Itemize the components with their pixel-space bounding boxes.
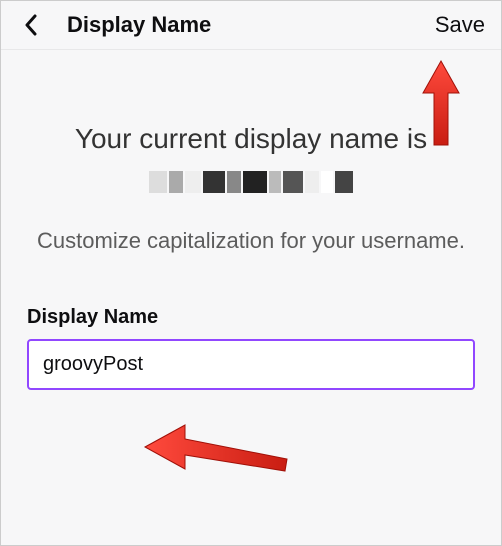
- save-button[interactable]: Save: [435, 12, 485, 38]
- back-button[interactable]: [17, 11, 45, 39]
- content-area: Your current display name is Customize c…: [1, 50, 501, 390]
- header-bar: Display Name Save: [1, 1, 501, 50]
- subheading-text: Customize capitalization for your userna…: [25, 226, 477, 257]
- annotation-arrow-left: [141, 419, 291, 479]
- redacted-username: [149, 171, 353, 193]
- chevron-left-icon: [24, 14, 38, 36]
- display-name-input[interactable]: [27, 339, 475, 390]
- display-name-field-group: Display Name: [25, 306, 477, 390]
- page-title: Display Name: [67, 12, 435, 38]
- display-name-label: Display Name: [27, 306, 475, 329]
- current-name-heading: Your current display name is: [25, 120, 477, 158]
